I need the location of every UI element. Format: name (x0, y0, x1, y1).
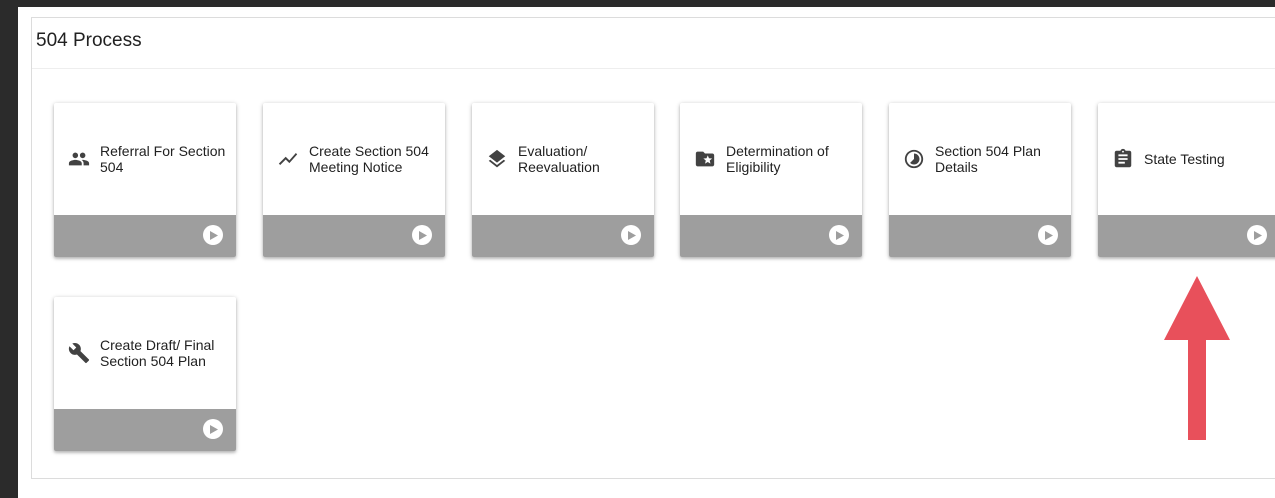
clipboard-icon (1111, 147, 1135, 171)
card-label: Referral For Section 504 (100, 143, 226, 175)
card-body: Determination of Eligibility (680, 103, 862, 215)
annotation-arrow-icon (1164, 276, 1230, 440)
card-footer (263, 215, 445, 257)
card-meeting-notice[interactable]: Create Section 504 Meeting Notice (263, 103, 445, 257)
card-footer (1098, 215, 1275, 257)
card-plan-details[interactable]: Section 504 Plan Details (889, 103, 1071, 257)
card-body: State Testing (1098, 103, 1275, 215)
people-icon (67, 147, 91, 171)
card-label: Evaluation/ Reevaluation (518, 143, 600, 175)
wrench-icon (67, 341, 91, 365)
play-button[interactable] (829, 225, 849, 245)
card-body: Create Section 504 Meeting Notice (263, 103, 445, 215)
card-label: Section 504 Plan Details (935, 143, 1041, 175)
play-icon (419, 230, 427, 240)
card-body: Section 504 Plan Details (889, 103, 1071, 215)
card-footer (680, 215, 862, 257)
play-button[interactable] (412, 225, 432, 245)
card-eligibility[interactable]: Determination of Eligibility (680, 103, 862, 257)
card-state-testing[interactable]: State Testing (1098, 103, 1275, 257)
play-button[interactable] (621, 225, 641, 245)
play-icon (210, 230, 218, 240)
window-frame-left (0, 0, 18, 498)
play-button[interactable] (1247, 225, 1267, 245)
card-label: State Testing (1144, 151, 1225, 167)
folder-star-icon (693, 147, 717, 171)
card-evaluation[interactable]: Evaluation/ Reevaluation (472, 103, 654, 257)
clock-chart-icon (902, 147, 926, 171)
card-footer (54, 409, 236, 451)
arrow-head (1164, 276, 1230, 340)
play-icon (836, 230, 844, 240)
layers-icon (485, 147, 509, 171)
play-button[interactable] (203, 225, 223, 245)
play-icon (210, 424, 218, 434)
card-create-plan[interactable]: Create Draft/ Final Section 504 Plan (54, 297, 236, 451)
trending-icon (276, 147, 300, 171)
card-footer (54, 215, 236, 257)
play-button[interactable] (1038, 225, 1058, 245)
card-label: Determination of Eligibility (726, 143, 829, 175)
card-footer (472, 215, 654, 257)
card-label: Create Section 504 Meeting Notice (309, 143, 429, 175)
panel-divider (32, 68, 1275, 69)
card-body: Referral For Section 504 (54, 103, 236, 215)
play-button[interactable] (203, 419, 223, 439)
window-frame-top (0, 0, 1275, 7)
card-footer (889, 215, 1071, 257)
arrow-shaft (1188, 338, 1206, 440)
play-icon (628, 230, 636, 240)
card-body: Create Draft/ Final Section 504 Plan (54, 297, 236, 409)
play-icon (1045, 230, 1053, 240)
page-title: 504 Process (36, 30, 142, 51)
card-referral[interactable]: Referral For Section 504 (54, 103, 236, 257)
card-label: Create Draft/ Final Section 504 Plan (100, 337, 215, 369)
card-body: Evaluation/ Reevaluation (472, 103, 654, 215)
play-icon (1254, 230, 1262, 240)
